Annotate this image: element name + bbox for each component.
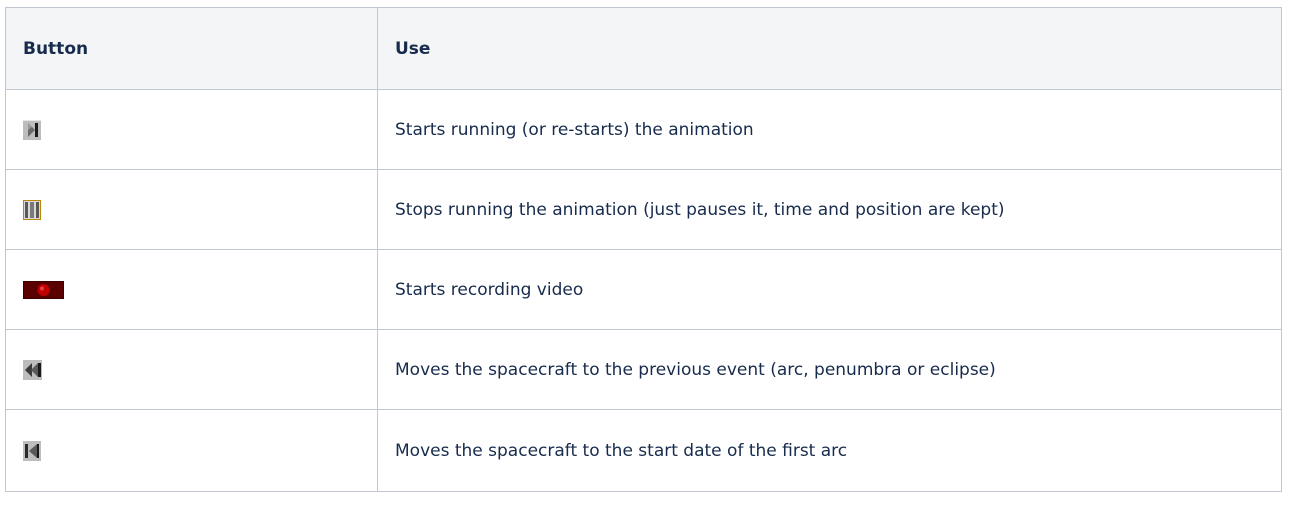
pause-icon [23, 199, 41, 220]
use-cell: Starts recording video [377, 249, 1282, 330]
header-button: Button [5, 7, 378, 90]
first-arc-start-icon [23, 440, 41, 461]
button-reference-table: Button Use Starts running (or re-starts)… [5, 7, 1282, 492]
use-cell: Starts running (or re-starts) the animat… [377, 89, 1282, 170]
table-row: Stops running the animation (just pauses… [5, 169, 1282, 250]
previous-event-icon [23, 359, 42, 380]
play-icon [23, 119, 41, 140]
table-row: Starts recording video [5, 249, 1282, 330]
button-cell [5, 409, 378, 492]
table-row: Starts running (or re-starts) the animat… [5, 89, 1282, 170]
use-cell: Stops running the animation (just pauses… [377, 169, 1282, 250]
use-cell: Moves the spacecraft to the start date o… [377, 409, 1282, 492]
header-use: Use [377, 7, 1282, 90]
button-cell [5, 169, 378, 250]
button-cell [5, 89, 378, 170]
table-header-row: Button Use [5, 7, 1282, 90]
record-icon [23, 280, 64, 299]
use-cell: Moves the spacecraft to the previous eve… [377, 329, 1282, 410]
button-reference-table-container: Button Use Starts running (or re-starts)… [5, 7, 1282, 492]
button-cell [5, 329, 378, 410]
table-row: Moves the spacecraft to the previous eve… [5, 329, 1282, 410]
button-cell [5, 249, 378, 330]
table-row: Moves the spacecraft to the start date o… [5, 409, 1282, 492]
